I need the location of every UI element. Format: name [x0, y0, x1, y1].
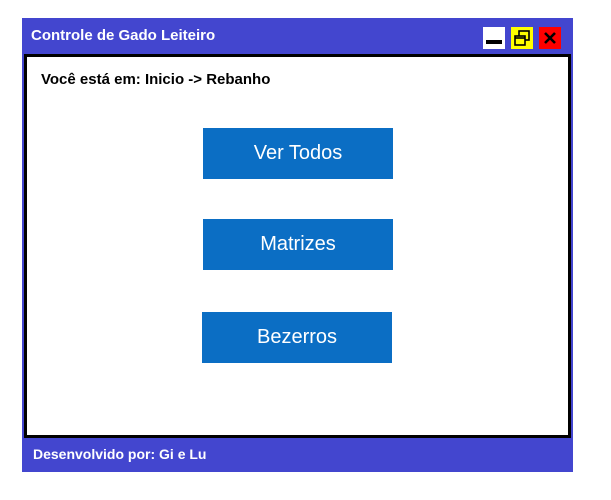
maximize-button[interactable]	[511, 27, 533, 49]
ver-todos-button[interactable]: Ver Todos	[203, 128, 393, 179]
bezerros-button[interactable]: Bezerros	[202, 312, 392, 363]
main-content: Você está em: Inicio -> Rebanho Ver Todo…	[24, 54, 571, 438]
minimize-button[interactable]	[483, 27, 505, 49]
footer-credits: Desenvolvido por: Gi e Lu	[33, 446, 207, 462]
footer-bar: Desenvolvido por: Gi e Lu	[22, 438, 573, 472]
title-bar[interactable]: Controle de Gado Leiteiro	[22, 18, 573, 54]
breadcrumb: Você está em: Inicio -> Rebanho	[41, 71, 271, 88]
close-button[interactable]	[539, 27, 561, 49]
close-icon	[544, 32, 556, 44]
window-title: Controle de Gado Leiteiro	[31, 27, 216, 44]
restore-icon	[514, 30, 530, 46]
app-window: Controle de Gado Leiteiro Você está em: …	[22, 18, 573, 472]
minimize-icon	[486, 40, 502, 44]
matrizes-button[interactable]: Matrizes	[203, 219, 393, 270]
